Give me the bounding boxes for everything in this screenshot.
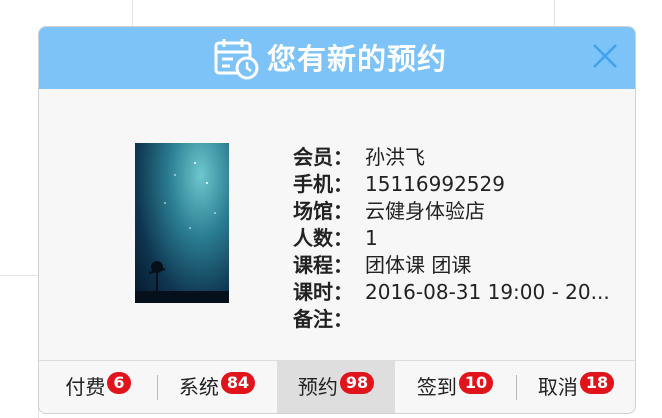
count-badge: 10 [458, 372, 494, 394]
tab-payment[interactable]: 付费 6 [39, 361, 157, 413]
tab-label: 付费 [65, 375, 106, 399]
detail-phone: 手机： 15116992529 [293, 171, 610, 198]
tab-label: 签到 [416, 375, 457, 399]
tab-cancel[interactable]: 取消 18 [517, 361, 635, 413]
detail-value: 2016-08-31 19:00 - 20... [365, 280, 610, 304]
page: 您有新的预约 会员： 孙洪飞 手机： 15116992529 场馆： 云健身体验… [0, 0, 662, 418]
count-badge: 84 [220, 372, 256, 394]
background-divider [554, 0, 555, 26]
tab-label: 系统 [178, 375, 219, 399]
detail-venue: 场馆： 云健身体验店 [293, 198, 610, 225]
tab-label: 取消 [537, 375, 578, 399]
popup-header: 您有新的预约 [39, 27, 635, 89]
tab-system[interactable]: 系统 84 [158, 361, 276, 413]
detail-remark: 备注： [293, 306, 610, 333]
appointment-details: 会员： 孙洪飞 手机： 15116992529 场馆： 云健身体验店 人数： 1 课程：… [293, 144, 610, 333]
detail-course: 课程： 团体课 团课 [293, 252, 610, 279]
popup-title: 您有新的预约 [267, 42, 448, 76]
close-icon[interactable] [589, 40, 621, 72]
detail-value: 孙洪飞 [365, 145, 425, 169]
count-badge: 98 [339, 372, 375, 394]
count-badge: 18 [579, 372, 615, 394]
detail-value: 15116992529 [365, 172, 505, 196]
detail-label: 手机： [293, 172, 353, 196]
detail-label: 备注： [293, 307, 353, 331]
detail-label: 场馆： [293, 199, 353, 223]
count-badge: 6 [107, 372, 131, 394]
detail-count: 人数： 1 [293, 225, 610, 252]
detail-label: 会员： [293, 145, 353, 169]
detail-label: 人数： [293, 226, 353, 250]
detail-label: 课程： [293, 253, 353, 277]
detail-value: 云健身体验店 [365, 199, 485, 223]
tab-checkin[interactable]: 签到 10 [396, 361, 514, 413]
member-photo [135, 143, 229, 303]
calendar-clock-icon [214, 39, 259, 80]
detail-value: 1 [365, 226, 378, 250]
detail-member: 会员： 孙洪飞 [293, 144, 610, 171]
detail-time: 课时： 2016-08-31 19:00 - 20... [293, 279, 610, 306]
notification-tabs: 付费 6 系统 84 预约 98 签到 10 取消 18 [39, 360, 635, 413]
tab-label: 预约 [297, 375, 338, 399]
detail-value: 团体课 团课 [365, 253, 472, 277]
tab-appointment[interactable]: 预约 98 [277, 361, 395, 413]
new-appointment-popup: 您有新的预约 会员： 孙洪飞 手机： 15116992529 场馆： 云健身体验… [38, 26, 636, 414]
detail-label: 课时： [293, 280, 353, 304]
